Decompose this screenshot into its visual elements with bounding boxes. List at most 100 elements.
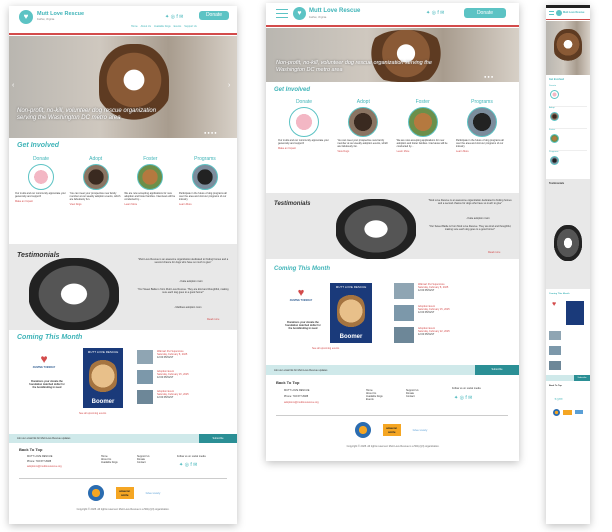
event-thumbnail xyxy=(137,390,153,404)
twitter-icon[interactable]: ✦ xyxy=(179,462,183,468)
goodwill-logo[interactable] xyxy=(354,422,371,438)
heart-icon: ♥ xyxy=(297,287,305,299)
boomer-poster: MUTT LOVE RESCUE Boomer xyxy=(83,348,123,408)
email-icon[interactable]: ✉ xyxy=(440,10,444,16)
event-item[interactable]: Adoption Event Saturday, February 22, 20… xyxy=(137,390,232,404)
twitter-icon[interactable]: ✦ xyxy=(426,10,430,16)
instagram-icon[interactable]: ◎ xyxy=(185,462,189,468)
footer-link[interactable]: Contact xyxy=(137,461,150,464)
subscribe-button[interactable]: Subscribe xyxy=(199,434,237,443)
back-to-top[interactable]: Back To Top xyxy=(549,385,562,387)
footer-link[interactable]: Events xyxy=(366,398,383,401)
footer-email[interactable]: adoptions@muttloverescue.org xyxy=(284,401,319,404)
piggy-bank-image xyxy=(550,90,559,99)
email-icon[interactable]: ✉ xyxy=(560,397,563,401)
boomer-poster: MUTT LOVE RESCUE Boomer xyxy=(330,283,372,343)
heart-icon: ♥ xyxy=(552,301,557,308)
twitter-icon[interactable]: ✦ xyxy=(454,395,458,401)
amazon-smile-logo[interactable]: amazon smile xyxy=(115,487,134,499)
brand-name[interactable]: Mutt Love Rescue xyxy=(563,11,584,14)
goodwill-logo[interactable] xyxy=(553,408,560,416)
hero-dots[interactable]: ●●● xyxy=(484,74,494,79)
involved-link[interactable]: Learn More xyxy=(456,150,508,153)
back-to-top[interactable]: Back To Top xyxy=(276,380,299,385)
nav-about[interactable]: About Us xyxy=(141,25,151,28)
footer-link[interactable]: Contact xyxy=(406,395,419,398)
donate-button[interactable]: Donate xyxy=(464,8,506,18)
footer-col1: Home About Us Available Dogs xyxy=(101,455,118,464)
involved-link[interactable]: View Dogs xyxy=(70,203,122,206)
foster-dog-image xyxy=(407,107,438,137)
goodwill-logo[interactable] xyxy=(87,485,104,501)
give-lively-logo[interactable]: Give Lively xyxy=(146,491,161,495)
hamburger-icon[interactable] xyxy=(276,9,288,18)
brand-name[interactable]: Mutt Love Rescue xyxy=(309,8,360,14)
involved-programs[interactable]: Programs xyxy=(549,151,587,173)
giving-label: #GIVING TUESDAY xyxy=(289,299,313,302)
twitter-icon[interactable]: ✦ xyxy=(165,14,169,20)
event-thumbnail[interactable] xyxy=(549,361,561,370)
email-icon[interactable]: ✉ xyxy=(193,462,197,468)
footer-email[interactable]: adoptions@muttloverescue.org xyxy=(27,465,62,468)
involved-link[interactable]: Learn More xyxy=(397,150,449,153)
brand-name[interactable]: Mutt Love Rescue xyxy=(37,11,84,17)
involved-label: Foster xyxy=(143,156,158,162)
testimonials-read-more[interactable]: Read more xyxy=(488,251,500,254)
hero-banner: Non-profit, no-kill, volunteer dog rescu… xyxy=(9,36,237,138)
involved-link[interactable]: Make an Impact xyxy=(278,147,330,150)
facebook-icon[interactable]: f xyxy=(176,14,177,20)
nav-dogs[interactable]: Available Dogs xyxy=(154,25,171,28)
event-item[interactable]: Walmart Pet Superstore Saturday, Februar… xyxy=(394,283,509,299)
nav-events[interactable]: Events xyxy=(174,25,182,28)
give-lively-logo[interactable] xyxy=(575,410,583,414)
involved-label: Programs xyxy=(194,156,216,162)
involved-donate[interactable]: Donate xyxy=(549,85,587,107)
event-thumbnail[interactable] xyxy=(549,346,561,355)
subscribe-text: Join our email list for Mutt Love Rescue… xyxy=(274,368,328,372)
hamburger-icon[interactable] xyxy=(549,11,554,15)
adopt-dog-image xyxy=(550,112,559,121)
involved-adopt[interactable]: Adopt xyxy=(549,107,587,129)
involved-link[interactable]: Learn More xyxy=(179,203,231,206)
nav-support[interactable]: Support Us xyxy=(184,25,197,28)
testimonials-read-more[interactable]: Read more xyxy=(207,318,219,321)
involved-link[interactable]: View Dogs xyxy=(337,150,389,153)
involved-link[interactable]: Make an Impact xyxy=(15,200,67,203)
paw-logo-icon[interactable]: ♥ xyxy=(19,10,33,24)
facebook-icon[interactable]: f xyxy=(190,462,191,468)
testimonial-author-1: - Katie adoption mom xyxy=(179,280,203,283)
amazon-smile-logo[interactable]: amazon smile xyxy=(382,424,401,436)
give-lively-logo[interactable]: Give Lively xyxy=(413,428,428,432)
event-item[interactable]: Adoption Event Saturday, February 15, 20… xyxy=(394,305,509,321)
mobile-top-bar xyxy=(546,5,590,8)
hero-dots[interactable]: ●●●● xyxy=(204,130,218,135)
footer-link[interactable]: Available Dogs xyxy=(101,461,118,464)
instagram-icon[interactable]: ◎ xyxy=(432,10,436,16)
involved-foster[interactable]: Foster xyxy=(549,129,587,151)
hero-next-icon[interactable]: › xyxy=(228,82,230,89)
see-all-events-link[interactable]: See all upcoming events xyxy=(79,412,106,415)
see-all-events-link[interactable]: See all upcoming events xyxy=(312,347,339,350)
donate-button[interactable]: Donate xyxy=(199,11,229,20)
event-item[interactable]: Adoption Event Saturday, February 15, 20… xyxy=(137,370,232,384)
back-to-top[interactable]: Back To Top xyxy=(19,447,42,452)
paw-logo-icon[interactable] xyxy=(556,10,562,16)
facebook-icon[interactable]: f xyxy=(437,10,438,16)
facebook-icon[interactable]: f xyxy=(465,395,466,401)
event-item[interactable]: Walmart Pet Superstore Saturday, Februar… xyxy=(137,350,232,364)
involved-link[interactable]: Learn More xyxy=(124,203,176,206)
subscribe-button[interactable]: Subscribe xyxy=(574,375,590,381)
amazon-smile-logo[interactable] xyxy=(563,409,572,415)
event-item[interactable]: Adoption Event Saturday, February 22, 20… xyxy=(394,327,509,343)
subscribe-button[interactable]: Subscribe xyxy=(475,365,519,375)
nav-home[interactable]: Home xyxy=(131,25,138,28)
instagram-icon[interactable]: ◎ xyxy=(460,395,464,401)
footer-org: MUTT LOVE RESCUE xyxy=(284,389,310,392)
paw-logo-icon[interactable]: ♥ xyxy=(293,7,306,20)
email-icon[interactable]: ✉ xyxy=(179,14,183,20)
event-thumbnail[interactable] xyxy=(549,331,561,340)
testimonial-quote-2: "Our Sweet Bailie is from Mutt Love Resc… xyxy=(137,288,229,294)
instagram-icon[interactable]: ◎ xyxy=(171,14,175,20)
hero-prev-icon[interactable]: ‹ xyxy=(12,82,14,89)
email-icon[interactable]: ✉ xyxy=(468,395,472,401)
